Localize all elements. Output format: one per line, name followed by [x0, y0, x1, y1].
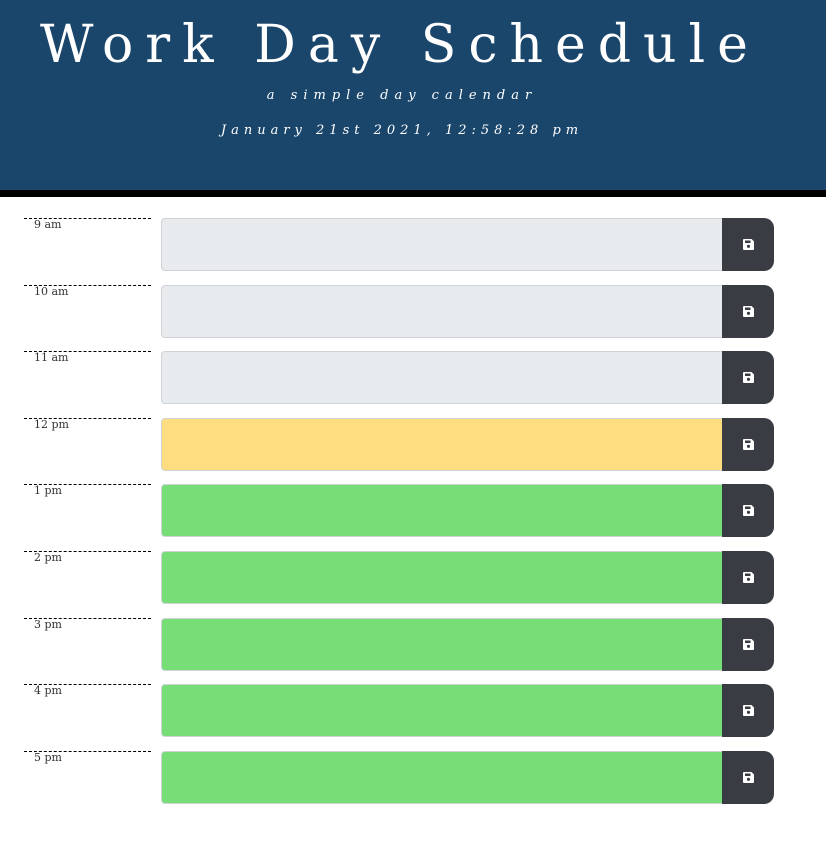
save-button[interactable]	[722, 550, 774, 604]
floppy-disk-icon	[722, 571, 774, 583]
page-title: Work Day Schedule	[40, 15, 760, 75]
time-block-row: 11 am	[0, 351, 826, 405]
hour-label: 5 pm	[24, 750, 151, 804]
save-button[interactable]	[722, 284, 774, 338]
floppy-disk-icon	[722, 239, 774, 250]
hour-label: 1 pm	[24, 484, 151, 537]
save-button[interactable]	[722, 351, 774, 405]
header: Work Day Schedule a simple day calendar …	[0, 0, 826, 197]
event-input[interactable]	[161, 684, 723, 738]
time-block-row: 10 am	[0, 284, 826, 338]
save-button[interactable]	[722, 684, 774, 738]
floppy-disk-icon	[722, 438, 774, 450]
save-button[interactable]	[722, 750, 774, 804]
event-input[interactable]	[161, 218, 723, 271]
time-block-row: 2 pm	[0, 550, 826, 604]
hour-label: 4 pm	[24, 684, 151, 737]
floppy-disk-icon	[722, 372, 774, 384]
hour-label: 9 am	[24, 218, 151, 271]
floppy-disk-icon	[722, 505, 774, 517]
save-button[interactable]	[722, 218, 774, 271]
save-button[interactable]	[722, 417, 774, 471]
time-block-row: 4 pm	[0, 684, 826, 738]
event-input[interactable]	[161, 550, 723, 604]
event-input[interactable]	[161, 284, 723, 338]
time-block-row: 3 pm	[0, 617, 826, 671]
hour-label: 2 pm	[24, 550, 151, 604]
event-input[interactable]	[161, 417, 723, 471]
event-input[interactable]	[161, 750, 723, 804]
floppy-disk-icon	[722, 771, 774, 783]
time-block-row: 1 pm	[0, 484, 826, 538]
hour-label: 12 pm	[24, 417, 151, 471]
save-button[interactable]	[722, 484, 774, 538]
save-button[interactable]	[722, 617, 774, 671]
event-input[interactable]	[161, 351, 723, 405]
time-block-row: 12 pm	[0, 417, 826, 471]
page-subtitle: a simple day calendar	[266, 88, 538, 103]
floppy-disk-icon	[722, 305, 774, 317]
time-block-row: 9 am	[0, 218, 826, 271]
hour-label: 11 am	[24, 351, 151, 404]
floppy-disk-icon	[722, 638, 774, 650]
current-datetime: January 21st 2021, 12:58:28 pm	[220, 123, 584, 138]
floppy-disk-icon	[722, 705, 774, 717]
hour-label: 10 am	[24, 284, 151, 338]
event-input[interactable]	[161, 617, 723, 671]
hour-label: 3 pm	[24, 617, 151, 671]
time-block-list: 9 am 10 am 11 am 12 pm 1 pm 2 pm 3 pm 4 …	[0, 218, 826, 817]
time-block-row: 5 pm	[0, 750, 826, 804]
event-input[interactable]	[161, 484, 723, 538]
